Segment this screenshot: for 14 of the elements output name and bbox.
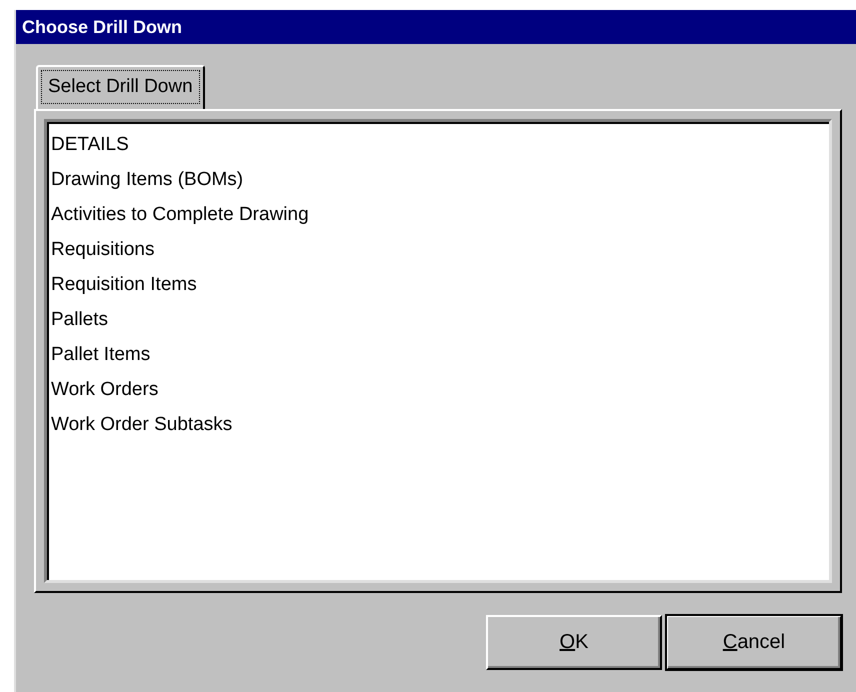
window-title: Choose Drill Down	[16, 10, 856, 44]
list-item[interactable]: Pallet Items	[51, 337, 825, 372]
list-item[interactable]: Activities to Complete Drawing	[51, 197, 825, 232]
list-item[interactable]: Drawing Items (BOMs)	[51, 162, 825, 197]
list-item[interactable]: Work Orders	[51, 372, 825, 407]
tab[interactable]: Select Drill Down	[36, 65, 205, 109]
list-item[interactable]: Requisition Items	[51, 267, 825, 302]
list-item[interactable]: DETAILS	[51, 127, 825, 162]
dialog-button[interactable]: Cancel	[666, 615, 842, 670]
dialog-button[interactable]: OK	[486, 615, 662, 670]
list-item[interactable]: Requisitions	[51, 232, 825, 267]
list-item[interactable]: Pallets	[51, 302, 825, 337]
list-box[interactable]: DETAILS Drawing Items (BOMs) Activities to Complete Drawing Requisitions Requisition Items Pallets Pallet Items Work Orders Work Order Subtasks	[44, 119, 832, 583]
list-item[interactable]: Work Order Subtasks	[51, 407, 825, 442]
